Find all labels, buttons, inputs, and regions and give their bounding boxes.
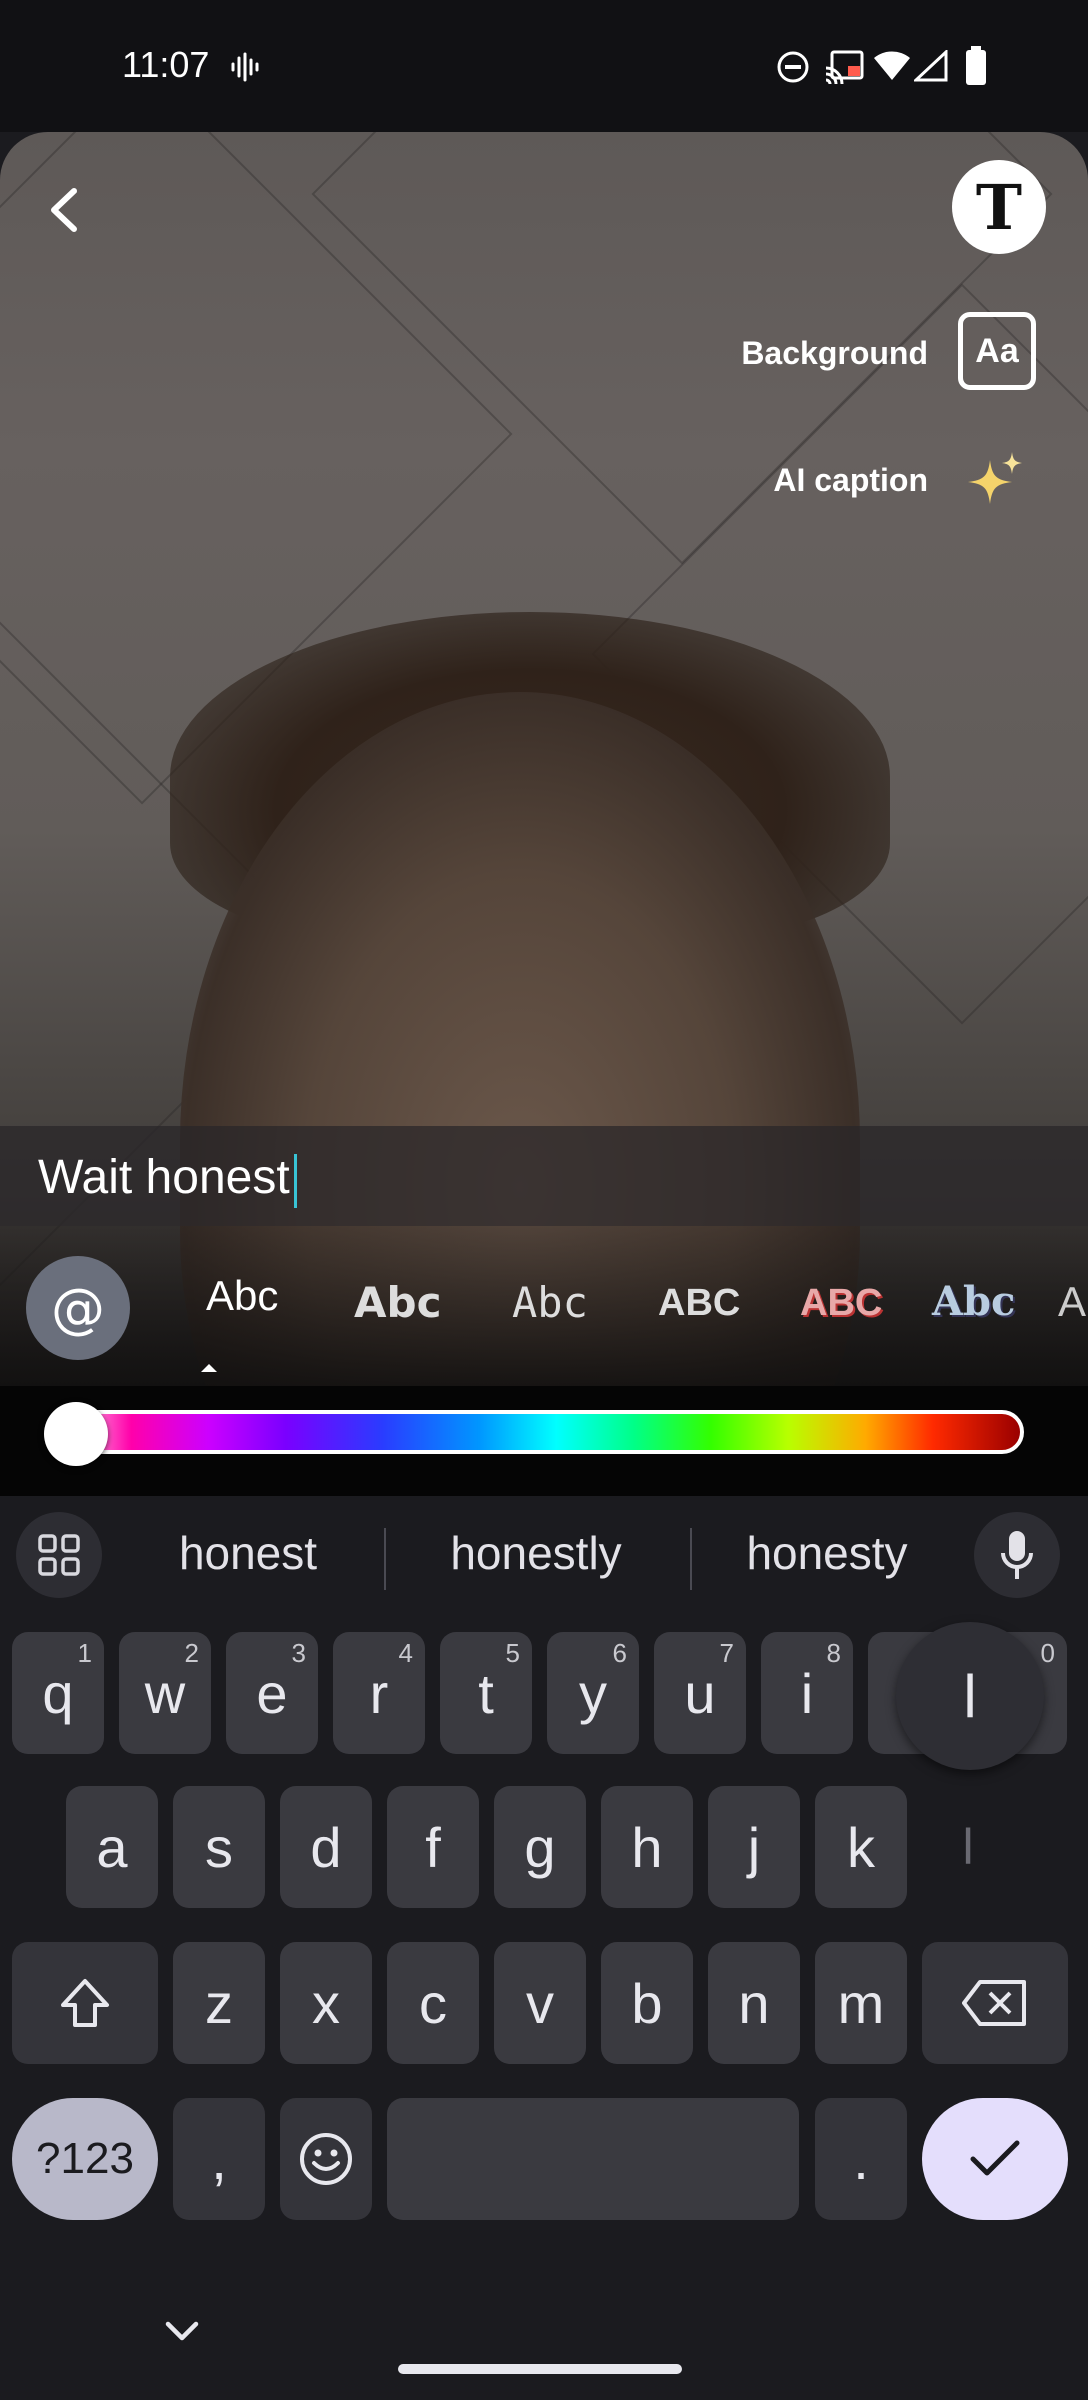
- color-slider-track[interactable]: [50, 1410, 1024, 1454]
- suggestion-divider: [690, 1528, 692, 1590]
- key-label: r: [369, 1661, 389, 1725]
- font-option-typewriter[interactable]: Abc: [512, 1278, 588, 1327]
- do-not-disturb-icon: [777, 51, 809, 83]
- key-b[interactable]: b: [601, 1942, 693, 2064]
- font-option-strong[interactable]: ABC: [658, 1282, 740, 1325]
- hide-keyboard-icon[interactable]: [160, 2312, 204, 2352]
- color-picker: [0, 1386, 1088, 1496]
- suggestion-bar: honest honestly honesty: [0, 1496, 1088, 1608]
- background-label[interactable]: Background: [741, 335, 928, 372]
- key-label: w: [144, 1661, 186, 1725]
- cast-icon: [825, 50, 864, 84]
- backspace-icon: [962, 1980, 1026, 2026]
- key-s[interactable]: s: [173, 1786, 265, 1908]
- chevron-left-icon: [51, 188, 77, 232]
- keyboard: honest honestly honesty q1 w2 e3 r4 t5 y…: [0, 1496, 1088, 2400]
- ai-caption-label[interactable]: AI caption: [773, 462, 928, 499]
- suggestion-3[interactable]: honesty: [712, 1526, 942, 1580]
- space-key[interactable]: [387, 2098, 799, 2220]
- key-d[interactable]: d: [280, 1786, 372, 1908]
- period-key[interactable]: .: [815, 2098, 907, 2220]
- font-option-neon[interactable]: ABC: [800, 1282, 882, 1325]
- key-hint: 1: [77, 1638, 92, 1668]
- suggestion-1[interactable]: honest: [130, 1526, 366, 1580]
- key-u[interactable]: u7: [654, 1632, 746, 1754]
- key-x[interactable]: x: [280, 1942, 372, 2064]
- key-v[interactable]: v: [494, 1942, 586, 2064]
- suggestion-divider: [384, 1528, 386, 1590]
- key-t[interactable]: t5: [440, 1632, 532, 1754]
- done-key[interactable]: [922, 2098, 1068, 2220]
- caption-input[interactable]: Wait honest: [38, 1150, 290, 1205]
- key-hint: 7: [719, 1638, 734, 1668]
- key-g[interactable]: g: [494, 1786, 586, 1908]
- check-icon: [970, 2140, 1020, 2176]
- key-label: t: [478, 1661, 494, 1725]
- comma-key[interactable]: ,: [173, 2098, 265, 2220]
- suggestion-2[interactable]: honestly: [410, 1526, 662, 1580]
- key-hint: 5: [505, 1638, 520, 1668]
- key-l[interactable]: l: [922, 1786, 1014, 1908]
- back-button[interactable]: [28, 174, 100, 246]
- key-hint: 3: [291, 1638, 306, 1668]
- font-option-more[interactable]: A: [1058, 1278, 1086, 1326]
- selected-font-indicator: [201, 1364, 217, 1372]
- microphone-icon: [1001, 1531, 1033, 1579]
- key-r[interactable]: r4: [333, 1632, 425, 1754]
- symbols-key[interactable]: ?123: [12, 2098, 158, 2220]
- voice-wave-icon: [231, 52, 259, 82]
- voice-input-button[interactable]: [974, 1512, 1060, 1598]
- emoji-key[interactable]: [280, 2098, 372, 2220]
- key-label: e: [256, 1661, 288, 1725]
- status-bar: 11:07: [0, 0, 1088, 132]
- navigation-handle[interactable]: [398, 2364, 682, 2374]
- key-i[interactable]: i8: [761, 1632, 853, 1754]
- key-c[interactable]: c: [387, 1942, 479, 2064]
- key-w[interactable]: w2: [119, 1632, 211, 1754]
- status-time: 11:07: [122, 44, 210, 85]
- key-hint: 6: [612, 1638, 627, 1668]
- shift-icon: [61, 1979, 109, 2027]
- sparkle-icon[interactable]: [966, 450, 1026, 510]
- key-label: q: [42, 1661, 74, 1725]
- color-slider-thumb[interactable]: [44, 1402, 108, 1466]
- key-m[interactable]: m: [815, 1942, 907, 2064]
- key-h[interactable]: h: [601, 1786, 693, 1908]
- text-tool-button[interactable]: T: [952, 160, 1046, 254]
- wifi-icon: [874, 51, 910, 80]
- key-hint: 2: [184, 1638, 199, 1668]
- backspace-key[interactable]: [922, 1942, 1068, 2064]
- key-label: y: [579, 1661, 607, 1725]
- mention-button[interactable]: @: [26, 1256, 130, 1360]
- key-j[interactable]: j: [708, 1786, 800, 1908]
- font-option-serif[interactable]: Abc: [932, 1278, 1015, 1325]
- apps-grid-icon: [38, 1534, 80, 1576]
- key-y[interactable]: y6: [547, 1632, 639, 1754]
- key-hint: 8: [826, 1638, 841, 1668]
- shift-key[interactable]: [12, 1942, 158, 2064]
- signal-icon: [914, 50, 948, 82]
- key-label: u: [684, 1661, 716, 1725]
- key-preview-popup: l: [896, 1622, 1044, 1770]
- text-cursor: [294, 1154, 297, 1208]
- emoji-icon: [300, 2133, 352, 2185]
- key-label: i: [800, 1661, 814, 1725]
- text-tool-icon: T: [975, 170, 1023, 244]
- caption-input-bar[interactable]: Wait honest: [0, 1126, 1088, 1226]
- key-e[interactable]: e3: [226, 1632, 318, 1754]
- key-f[interactable]: f: [387, 1786, 479, 1908]
- font-selector: @ Abc Abc Abc ABC ABC Abc A: [0, 1226, 1088, 1386]
- key-z[interactable]: z: [173, 1942, 265, 2064]
- background-style-button[interactable]: Aa: [958, 312, 1036, 390]
- font-option-classic[interactable]: Abc: [206, 1272, 278, 1320]
- font-option-bold[interactable]: Abc: [354, 1278, 441, 1327]
- key-hint: 0: [1040, 1638, 1055, 1668]
- key-q[interactable]: q1: [12, 1632, 104, 1754]
- key-hint: 4: [398, 1638, 413, 1668]
- keyboard-menu-button[interactable]: [16, 1512, 102, 1598]
- key-a[interactable]: a: [66, 1786, 158, 1908]
- battery-icon: [966, 46, 986, 85]
- key-n[interactable]: n: [708, 1942, 800, 2064]
- key-k[interactable]: k: [815, 1786, 907, 1908]
